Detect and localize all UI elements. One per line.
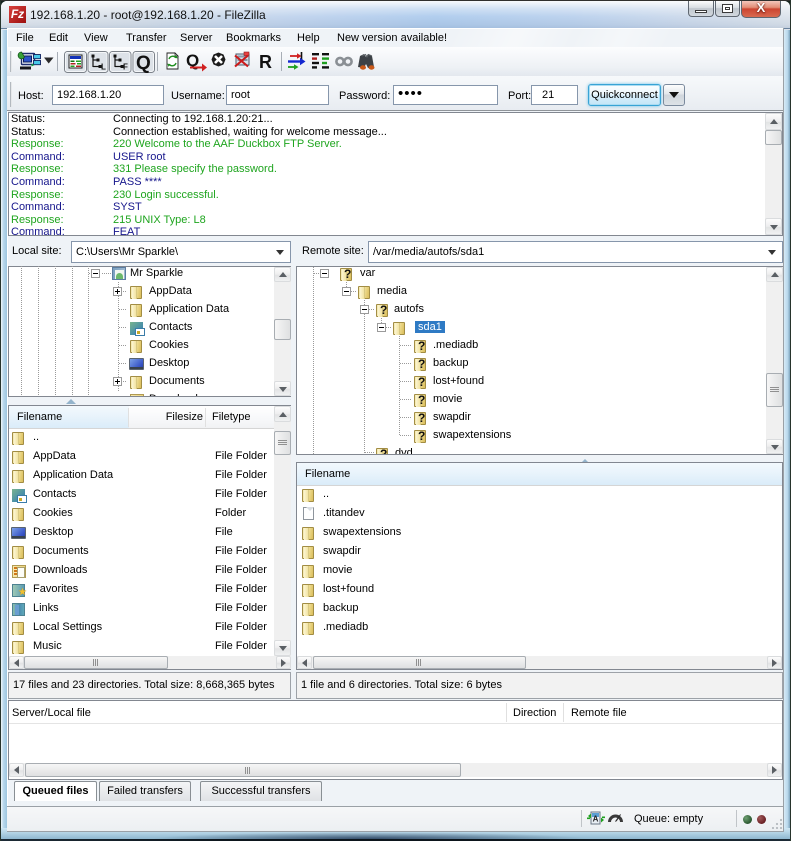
svg-text:F: F — [123, 63, 128, 72]
svg-text:R: R — [259, 52, 272, 72]
svg-text:L: L — [101, 63, 106, 72]
svg-text:Q: Q — [136, 53, 151, 74]
svg-text:A: A — [593, 815, 599, 824]
